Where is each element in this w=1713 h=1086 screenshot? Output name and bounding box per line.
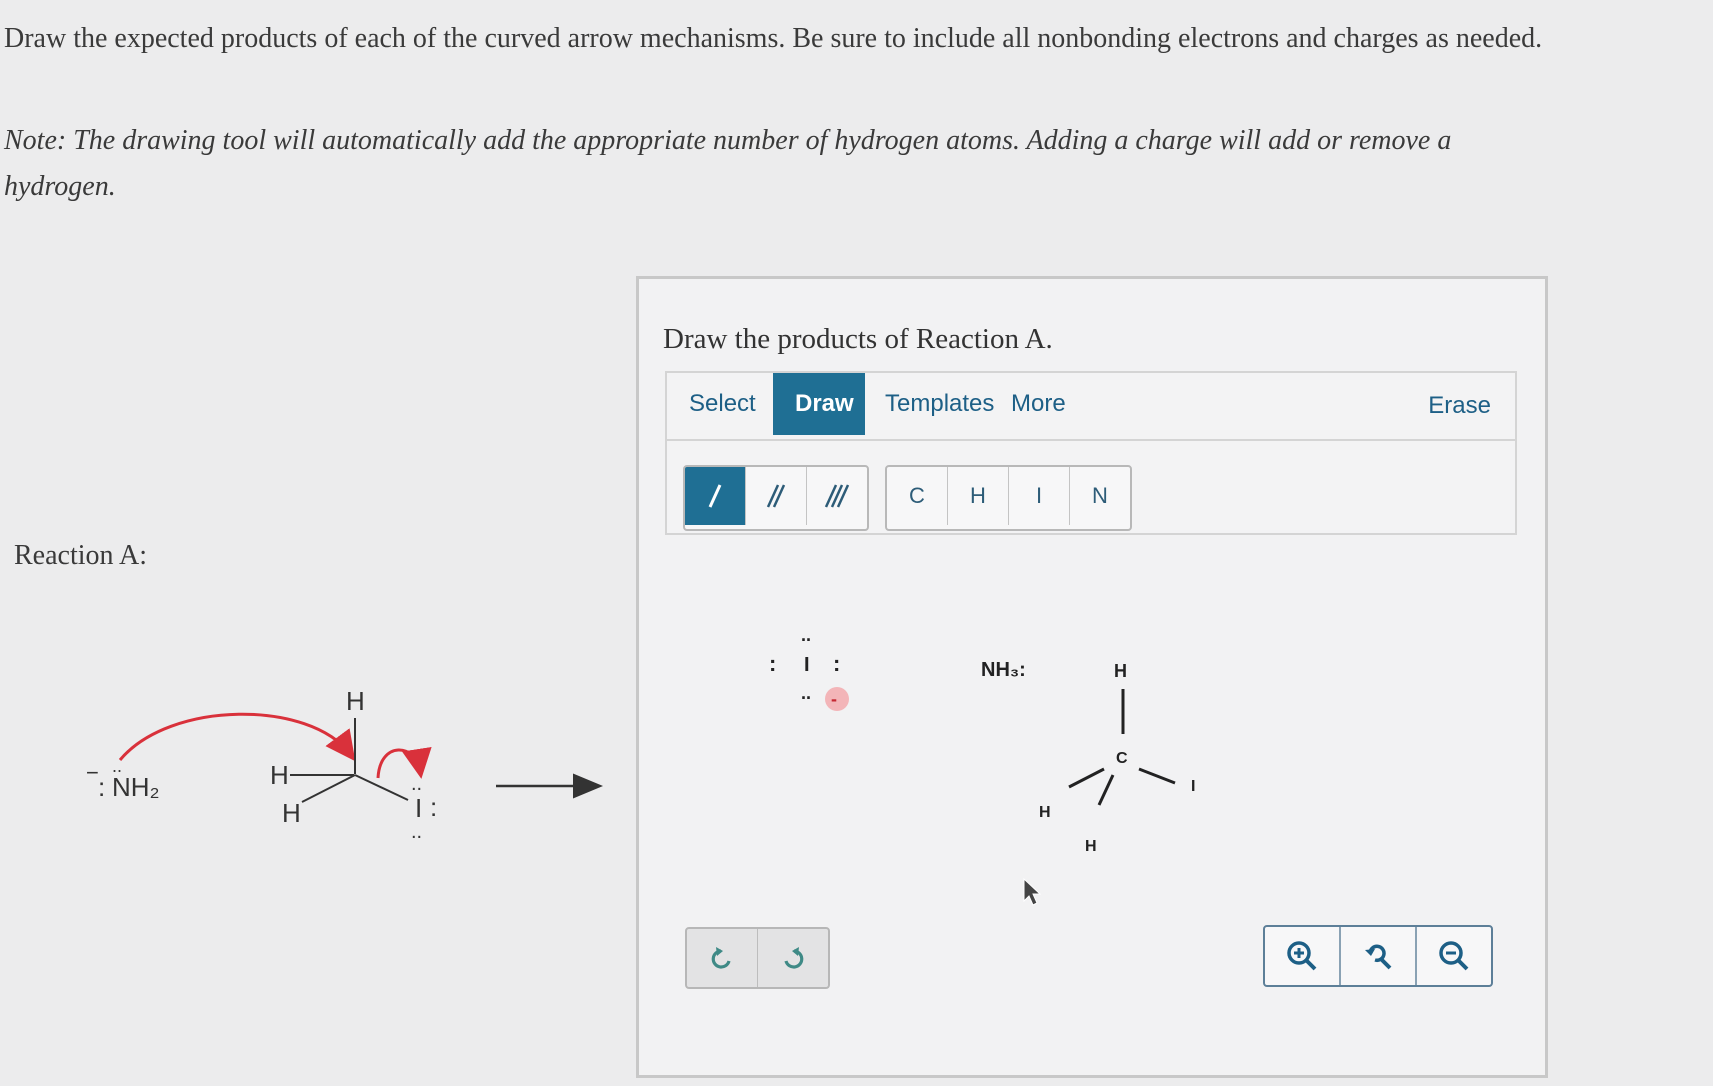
redo-button[interactable] (758, 929, 828, 987)
methyl-h-left: H (1039, 804, 1051, 821)
zoom-in-icon (1287, 941, 1317, 971)
nucleophile-lone-pair: : (98, 772, 105, 802)
iodide-charge-marker (825, 687, 849, 711)
methyl-h-bottom: H (1085, 838, 1097, 855)
nucleophile-attack-arrow (118, 712, 356, 762)
redo-icon (784, 947, 804, 969)
note-text: Note: The drawing tool will automaticall… (4, 125, 1452, 202)
zoom-reset-icon (1365, 944, 1392, 970)
substrate-h-top: H (346, 686, 365, 716)
iodide-symbol: I (804, 654, 810, 676)
methyl-iodine: I (1191, 778, 1195, 795)
ammonia-label: NH₃: (981, 659, 1026, 681)
nucleophile-formula: NH₂ (112, 772, 160, 802)
instructions-text: Draw the expected products of each of th… (4, 23, 1543, 54)
substrate-h-lower: H (282, 798, 301, 828)
reaction-a-scheme: − : .. NH₂ H H H .. I : .. (86, 686, 603, 843)
nucleophile-charge: − (86, 760, 99, 785)
leaving-group-lone-pair-top: .. (411, 773, 422, 795)
mouse-cursor-icon (1023, 877, 1042, 906)
zoom-in-button[interactable] (1265, 927, 1341, 985)
zoom-controls (1263, 925, 1493, 987)
substrate-h-left: H (270, 760, 289, 790)
leaving-group-lone-pair-right: : (430, 792, 437, 822)
drawing-panel: Draw the products of Reaction A. Select … (636, 276, 1548, 1078)
iodide-lone-pair-bottom: .. (801, 683, 811, 703)
leaving-group-iodine: I (415, 793, 422, 823)
methyl-h-top: H (1114, 661, 1127, 681)
zoom-out-button[interactable] (1417, 927, 1491, 985)
history-controls (685, 927, 830, 989)
leaving-group-lone-pair-bottom: .. (411, 821, 422, 843)
iodide-lone-pair-top: .. (801, 625, 811, 645)
zoom-reset-button[interactable] (1341, 927, 1417, 985)
methyl-carbon: C (1116, 750, 1128, 767)
undo-button[interactable] (687, 929, 758, 987)
iodide-charge: - (831, 689, 837, 709)
iodide-lone-pair-right: : (833, 651, 840, 676)
drawing-canvas[interactable]: .. : I : .. - NH₃: H C I H H (639, 279, 1545, 919)
reaction-a-label: Reaction A: (14, 540, 147, 571)
zoom-out-icon (1439, 941, 1469, 971)
undo-icon (711, 947, 731, 969)
iodide-lone-pair-left: : (769, 651, 776, 676)
